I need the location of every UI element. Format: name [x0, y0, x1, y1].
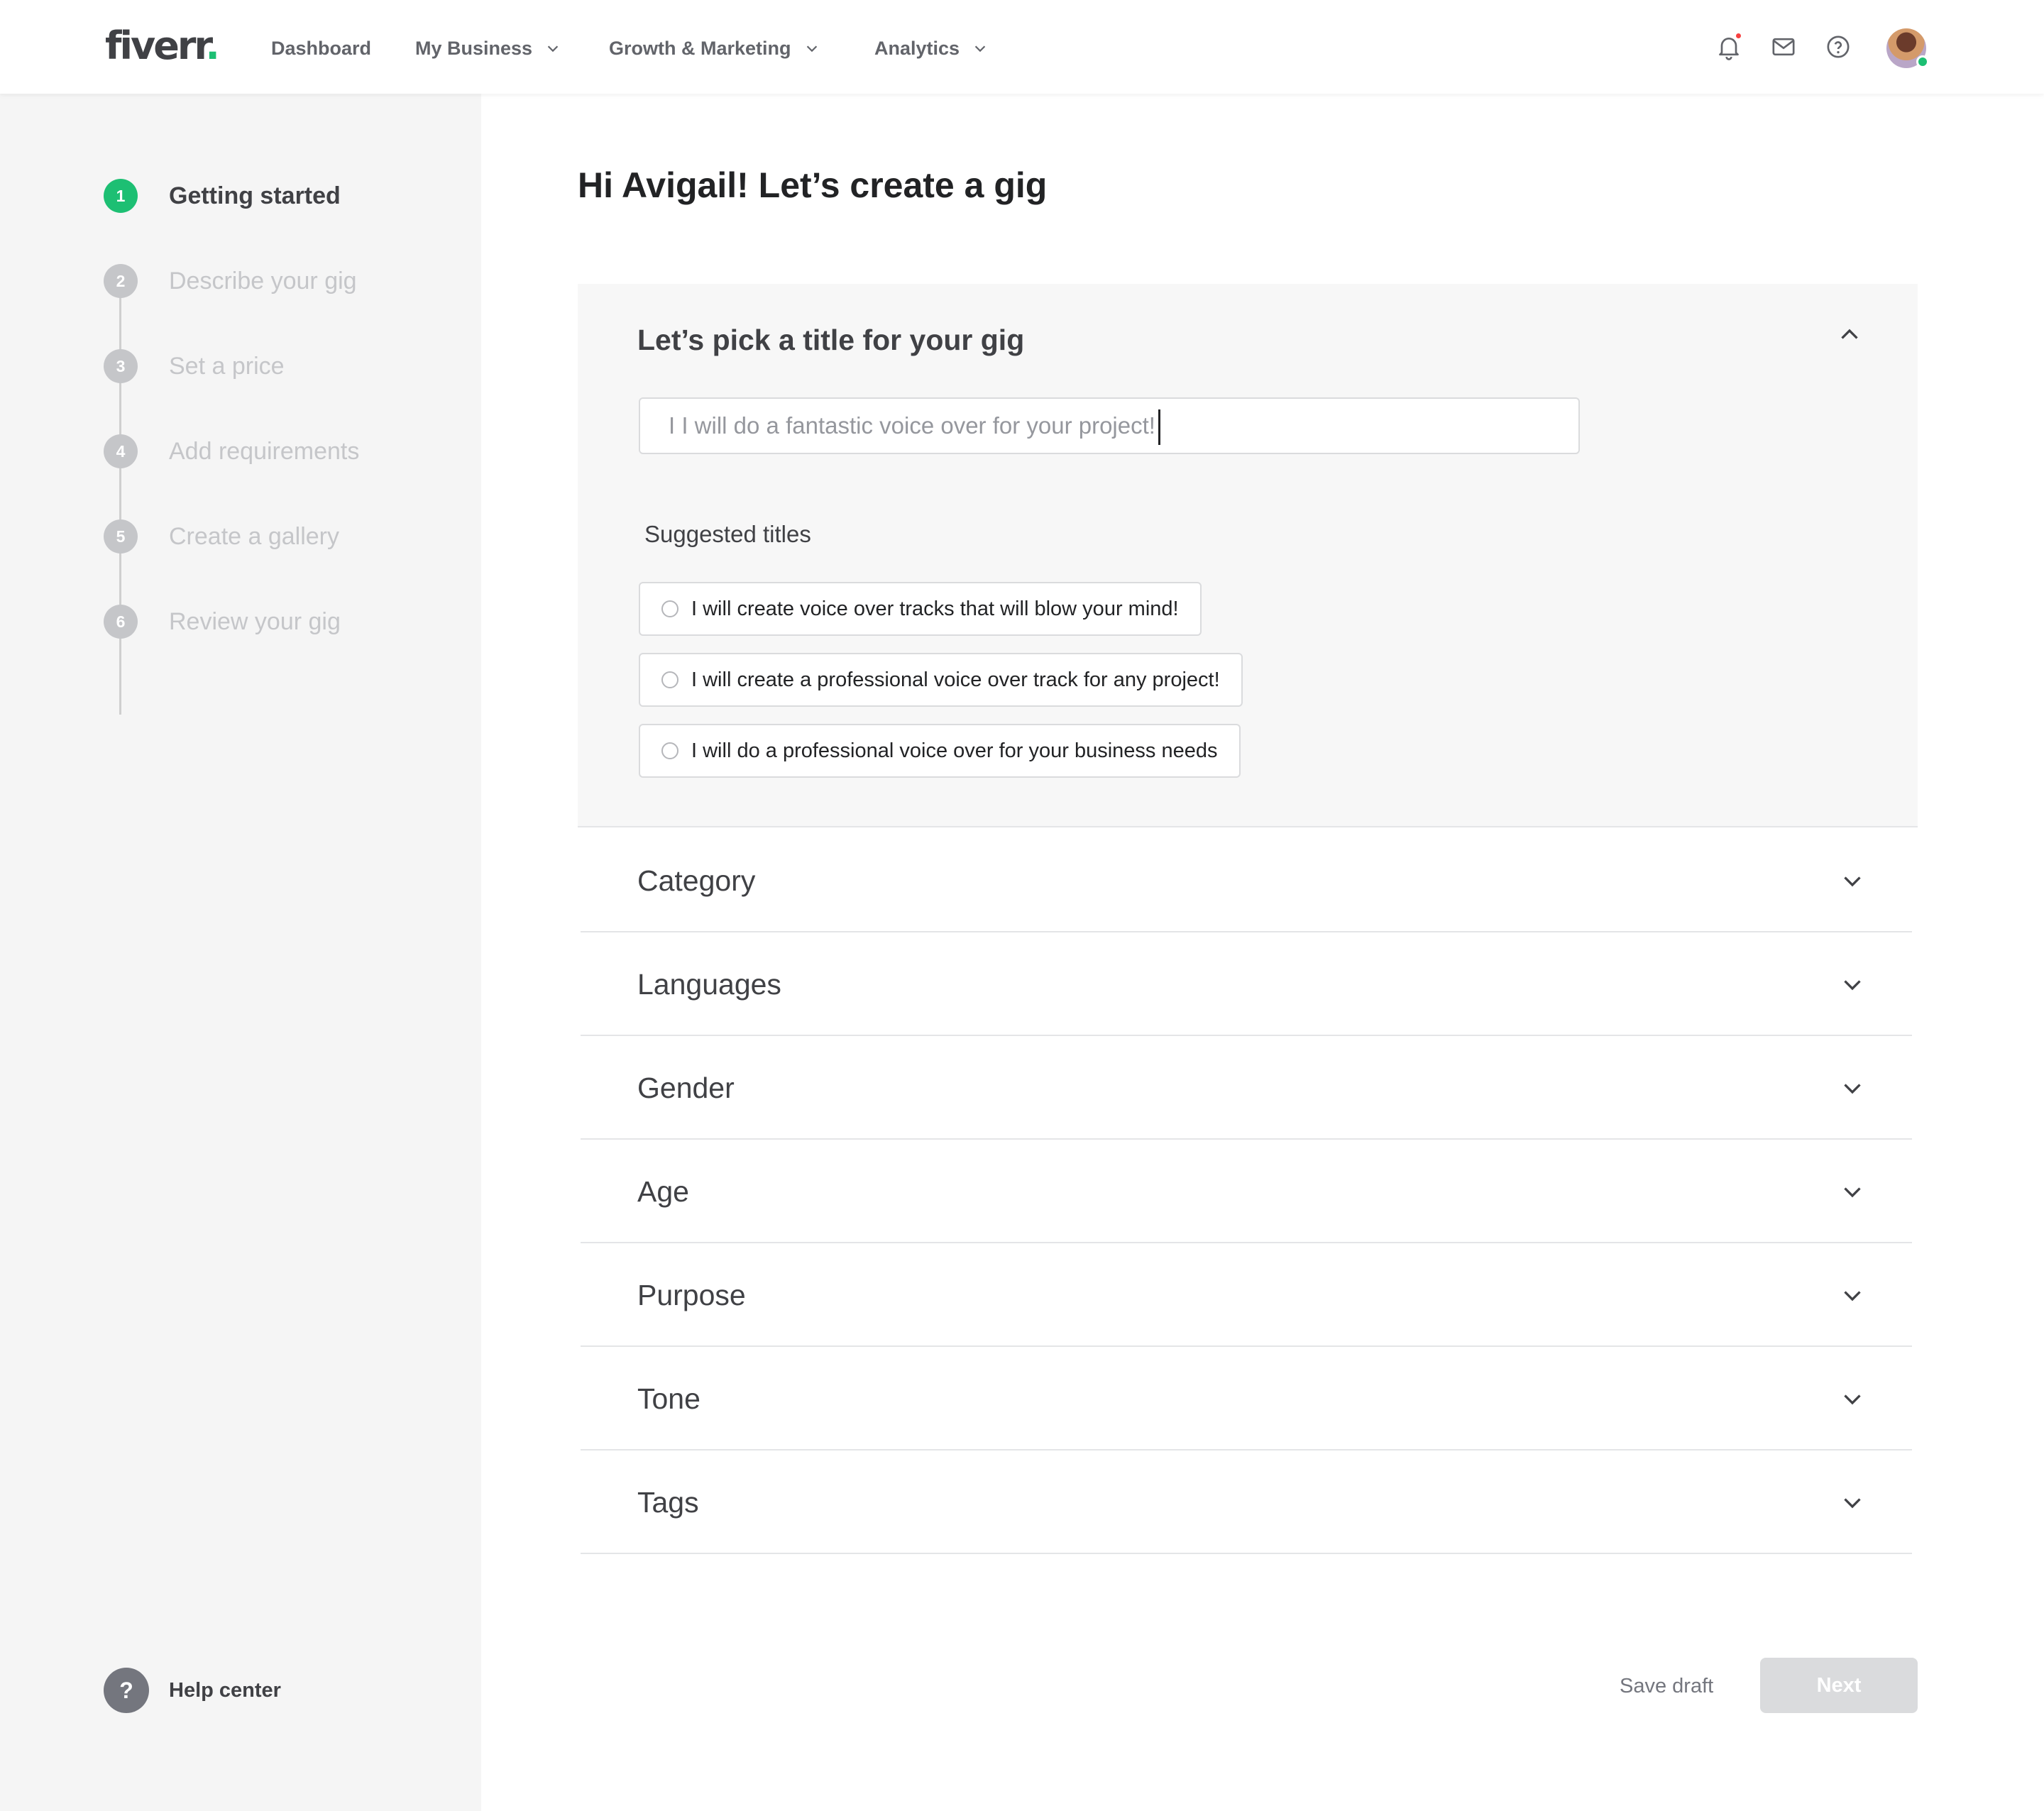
- section-purpose[interactable]: Purpose: [581, 1243, 1912, 1347]
- save-draft-button[interactable]: Save draft: [1620, 1672, 1713, 1700]
- top-navigation-bar: fiverr. Dashboard My Business Growth & M…: [0, 0, 2044, 94]
- nav-dashboard[interactable]: Dashboard: [271, 34, 371, 62]
- step-add-requirements[interactable]: 4 Add requirements: [104, 434, 359, 468]
- sidebar: 1 Getting started 2 Describe your gig 3 …: [0, 94, 481, 1811]
- section-label: Languages: [637, 968, 781, 1001]
- step-number: 3: [104, 349, 138, 383]
- suggested-title-text: I will create a professional voice over …: [691, 668, 1220, 691]
- online-status-dot: [1916, 55, 1929, 68]
- section-label: Age: [637, 1175, 689, 1208]
- radio-button[interactable]: [661, 742, 678, 759]
- step-label: Set a price: [169, 352, 285, 380]
- section-age[interactable]: Age: [581, 1140, 1912, 1243]
- chevron-down-icon: [547, 45, 559, 53]
- nav-my-business[interactable]: My Business: [415, 34, 561, 62]
- section-tone[interactable]: Tone: [581, 1347, 1912, 1451]
- step-describe-your-gig[interactable]: 2 Describe your gig: [104, 264, 357, 298]
- nav-growth-marketing-label: Growth & Marketing: [609, 38, 791, 59]
- suggested-title-option[interactable]: I will create voice over tracks that wil…: [639, 582, 1202, 636]
- section-label: Gender: [637, 1072, 735, 1104]
- envelope-icon[interactable]: [1769, 33, 1798, 61]
- suggested-title-option[interactable]: I will do a professional voice over for …: [639, 724, 1241, 778]
- nav-dashboard-label: Dashboard: [271, 38, 372, 59]
- page-title: Hi Avigail! Let’s create a gig: [578, 165, 1048, 205]
- chevron-up-icon[interactable]: [1837, 322, 1862, 348]
- step-set-a-price[interactable]: 3 Set a price: [104, 349, 285, 383]
- section-category[interactable]: Category: [581, 829, 1912, 932]
- nav-growth-marketing[interactable]: Growth & Marketing: [609, 34, 820, 62]
- nav-analytics-label: Analytics: [874, 38, 960, 59]
- nav-analytics[interactable]: Analytics: [874, 34, 988, 62]
- suggested-title-option[interactable]: I will create a professional voice over …: [639, 653, 1243, 707]
- gig-title-input-value: I I will do a fantastic voice over for y…: [669, 412, 1155, 439]
- step-getting-started[interactable]: 1 Getting started: [104, 179, 341, 213]
- step-number: 4: [104, 434, 138, 468]
- step-create-a-gallery[interactable]: 5 Create a gallery: [104, 519, 339, 554]
- title-section-heading: Let’s pick a title for your gig: [637, 324, 1025, 356]
- chevron-down-icon: [1844, 876, 1861, 887]
- step-label: Getting started: [169, 182, 341, 209]
- step-number: 6: [104, 605, 138, 639]
- chevron-down-icon: [1844, 1498, 1861, 1509]
- section-label: Tone: [637, 1382, 700, 1415]
- help-center-link[interactable]: ? Help center: [104, 1668, 281, 1713]
- gig-title-input[interactable]: I I will do a fantastic voice over for y…: [639, 397, 1580, 454]
- next-button[interactable]: Next: [1760, 1658, 1918, 1713]
- chevron-down-icon: [806, 45, 817, 53]
- chevron-down-icon: [1844, 1187, 1861, 1198]
- section-label: Tags: [637, 1486, 699, 1519]
- section-label: Category: [637, 864, 756, 897]
- chevron-down-icon: [1844, 980, 1861, 991]
- title-section-panel: Let’s pick a title for your gig I I will…: [578, 284, 1918, 827]
- suggested-title-text: I will create voice over tracks that wil…: [691, 597, 1179, 620]
- notification-dot: [1735, 32, 1742, 40]
- chevron-down-icon: [1844, 1291, 1861, 1301]
- chevron-down-icon: [974, 45, 986, 53]
- step-number: 5: [104, 519, 138, 554]
- step-number: 2: [104, 264, 138, 298]
- step-label: Review your gig: [169, 607, 341, 635]
- suggested-titles-label: Suggested titles: [644, 521, 811, 547]
- step-number: 1: [104, 179, 138, 213]
- step-label: Create a gallery: [169, 522, 340, 550]
- step-label: Describe your gig: [169, 267, 357, 295]
- radio-button[interactable]: [661, 671, 678, 688]
- section-languages[interactable]: Languages: [581, 932, 1912, 1036]
- section-gender[interactable]: Gender: [581, 1036, 1912, 1140]
- chevron-down-icon: [1844, 1084, 1861, 1094]
- suggested-title-text: I will do a professional voice over for …: [691, 739, 1218, 762]
- question-mark-icon: ?: [104, 1668, 149, 1713]
- text-cursor: [1158, 409, 1160, 446]
- fiverr-logo[interactable]: fiverr.: [105, 21, 220, 71]
- chevron-down-icon: [1844, 1394, 1861, 1405]
- step-label: Add requirements: [169, 437, 360, 465]
- radio-button[interactable]: [661, 600, 678, 617]
- help-circle-icon[interactable]: [1824, 33, 1852, 61]
- help-center-label: Help center: [169, 1678, 281, 1702]
- step-review-your-gig[interactable]: 6 Review your gig: [104, 605, 341, 639]
- section-label: Purpose: [637, 1279, 746, 1311]
- section-tags[interactable]: Tags: [581, 1451, 1912, 1554]
- nav-my-business-label: My Business: [415, 38, 533, 59]
